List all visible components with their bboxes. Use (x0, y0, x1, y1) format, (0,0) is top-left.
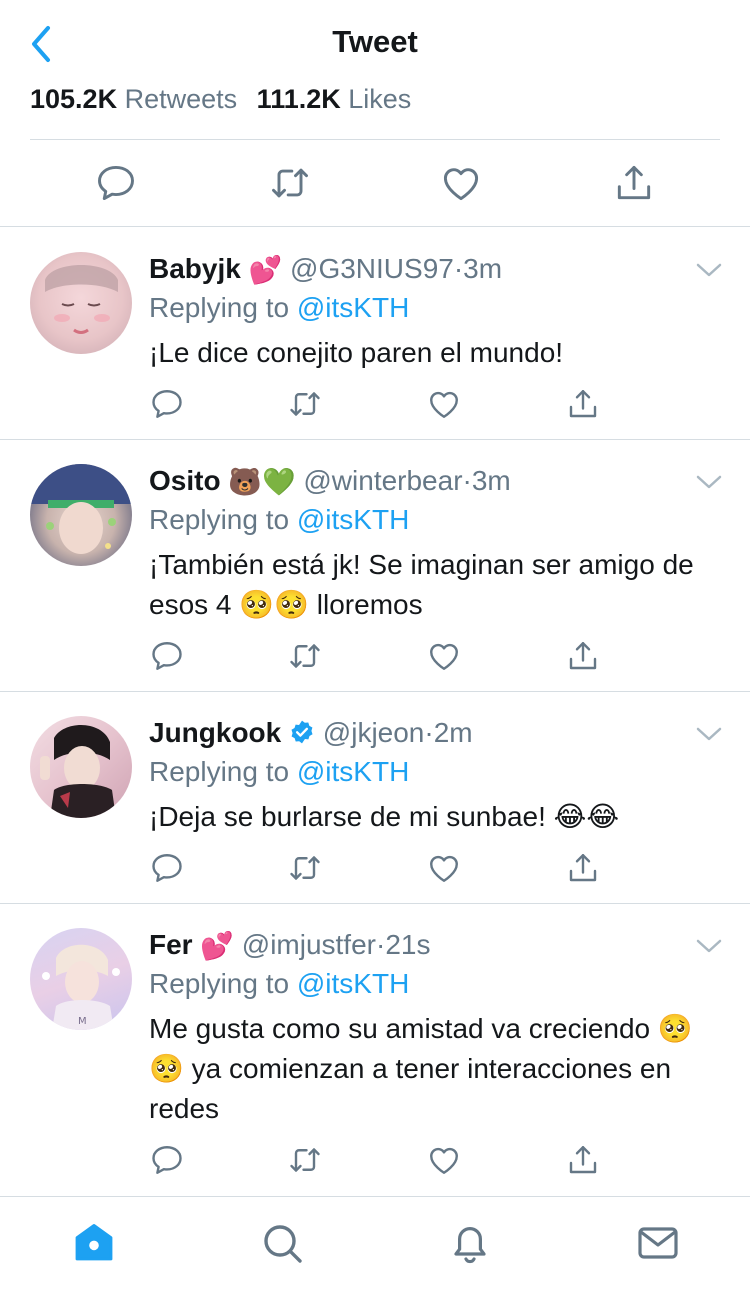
timestamp[interactable]: 3m (463, 253, 502, 284)
avatar[interactable] (30, 464, 132, 566)
reply-header: Jungkook @jkjeon·2m (149, 714, 710, 752)
avatar[interactable]: M (30, 928, 132, 1030)
reply-icon[interactable] (149, 850, 185, 886)
share-icon[interactable] (565, 1142, 601, 1178)
reply-content: Fer 💕 @imjustfer·21s Replying to @itsKTH… (149, 926, 710, 1129)
user-handle[interactable]: @winterbear (303, 465, 462, 496)
chevron-down-icon[interactable] (694, 934, 724, 958)
chevron-down-icon[interactable] (694, 470, 724, 494)
like-icon[interactable] (439, 161, 483, 205)
share-icon[interactable] (565, 386, 601, 422)
separator-dot: · (462, 465, 472, 496)
avatar[interactable] (30, 716, 132, 818)
reply-icon[interactable] (149, 1142, 185, 1178)
reply-tweet[interactable]: M Fer 💕 @imjustfer·21s Replying to @itsK… (0, 904, 750, 1196)
name-emoji: 💕 (248, 255, 283, 286)
retweet-icon[interactable] (287, 1142, 323, 1178)
reply-header: Fer 💕 @imjustfer·21s (149, 926, 710, 964)
separator-dot: · (424, 717, 434, 748)
mention-link[interactable]: @itsKTH (297, 504, 409, 535)
mention-link[interactable]: @itsKTH (297, 968, 409, 999)
display-name[interactable]: Jungkook (149, 717, 281, 748)
timestamp[interactable]: 21s (385, 929, 430, 960)
verified-badge-icon (289, 719, 315, 745)
tweet-text: ¡Deja se burlarse de mi sunbae! 😂😂 (149, 801, 620, 832)
reply-content: Babyjk 💕 @G3NIUS97·3m Replying to @itsKT… (149, 250, 710, 373)
reply-action-bar (149, 638, 609, 678)
name-emoji: 💕 (200, 931, 234, 962)
mention-link[interactable]: @itsKTH (297, 756, 409, 787)
user-handle[interactable]: @G3NIUS97 (290, 253, 454, 284)
replying-prefix: Replying to (149, 968, 290, 999)
reply-action-bar (149, 386, 609, 426)
page-title: Tweet (332, 24, 418, 59)
retweet-icon[interactable] (268, 161, 312, 205)
messages-icon[interactable] (634, 1219, 682, 1267)
like-icon[interactable] (426, 1142, 462, 1178)
reply-tweet[interactable]: Osito 🐻💚 @winterbear·3m Replying to @its… (0, 440, 750, 692)
reply-content: Jungkook @jkjeon·2m Replying to @itsKTH … (149, 714, 710, 837)
like-icon[interactable] (426, 638, 462, 674)
separator-dot: · (375, 929, 386, 960)
user-handle[interactable]: @jkjeon (323, 717, 425, 748)
timestamp[interactable]: 3m (472, 465, 511, 496)
replying-prefix: Replying to (149, 292, 290, 323)
like-icon[interactable] (426, 386, 462, 422)
timestamp[interactable]: 2m (434, 717, 473, 748)
like-icon[interactable] (426, 850, 462, 886)
replying-to: Replying to @itsKTH (149, 752, 710, 792)
retweets-count[interactable]: 105.2K (30, 84, 117, 114)
reply-icon[interactable] (94, 161, 138, 205)
navigation-bar: Tweet (0, 0, 750, 88)
reply-icon[interactable] (149, 638, 185, 674)
retweet-icon[interactable] (287, 850, 323, 886)
chevron-down-icon[interactable] (694, 722, 724, 746)
reply-header: Babyjk 💕 @G3NIUS97·3m (149, 250, 710, 288)
name-emoji: 🐻💚 (228, 467, 296, 498)
tweet-text: ¡Le dice conejito paren el mundo! (149, 337, 564, 368)
reply-tweet[interactable]: Babyjk 💕 @G3NIUS97·3m Replying to @itsKT… (0, 228, 750, 440)
tweet-text: Me gusta como su amistad va creciendo 🥺🥺… (149, 1013, 693, 1124)
svg-text:M: M (78, 1016, 87, 1027)
replying-prefix: Replying to (149, 504, 290, 535)
reply-content: Osito 🐻💚 @winterbear·3m Replying to @its… (149, 462, 710, 625)
retweet-icon[interactable] (287, 638, 323, 674)
tweet-text: ¡También está jk! Se imaginan ser amigo … (149, 549, 694, 620)
likes-label[interactable]: Likes (348, 84, 411, 114)
reply-tweet[interactable]: Jungkook @jkjeon·2m Replying to @itsKTH … (0, 692, 750, 904)
reply-header: Osito 🐻💚 @winterbear·3m (149, 462, 710, 500)
share-icon[interactable] (565, 850, 601, 886)
reply-action-bar (149, 850, 609, 890)
share-icon[interactable] (612, 161, 656, 205)
replying-to: Replying to @itsKTH (149, 288, 710, 328)
tweet-stats: 105.2K Retweets 111.2K Likes (30, 82, 720, 140)
display-name[interactable]: Fer (149, 929, 193, 960)
retweet-icon[interactable] (287, 386, 323, 422)
replying-to: Replying to @itsKTH (149, 500, 710, 540)
tweet-action-bar (0, 141, 750, 227)
display-name[interactable]: Babyjk (149, 253, 241, 284)
replying-to: Replying to @itsKTH (149, 964, 710, 1004)
search-icon[interactable] (258, 1219, 306, 1267)
replying-prefix: Replying to (149, 756, 290, 787)
likes-count[interactable]: 111.2K (257, 84, 341, 114)
mention-link[interactable]: @itsKTH (297, 292, 409, 323)
user-handle[interactable]: @imjustfer (242, 929, 376, 960)
reply-icon[interactable] (149, 386, 185, 422)
share-icon[interactable] (565, 638, 601, 674)
chevron-down-icon[interactable] (694, 258, 724, 282)
reply-action-bar (149, 1142, 609, 1182)
avatar[interactable] (30, 252, 132, 354)
notifications-icon[interactable] (446, 1219, 494, 1267)
separator-dot: · (453, 253, 464, 284)
bottom-tab-bar (0, 1196, 750, 1294)
display-name[interactable]: Osito (149, 465, 221, 496)
retweets-label[interactable]: Retweets (125, 84, 238, 114)
home-icon[interactable] (70, 1219, 118, 1267)
